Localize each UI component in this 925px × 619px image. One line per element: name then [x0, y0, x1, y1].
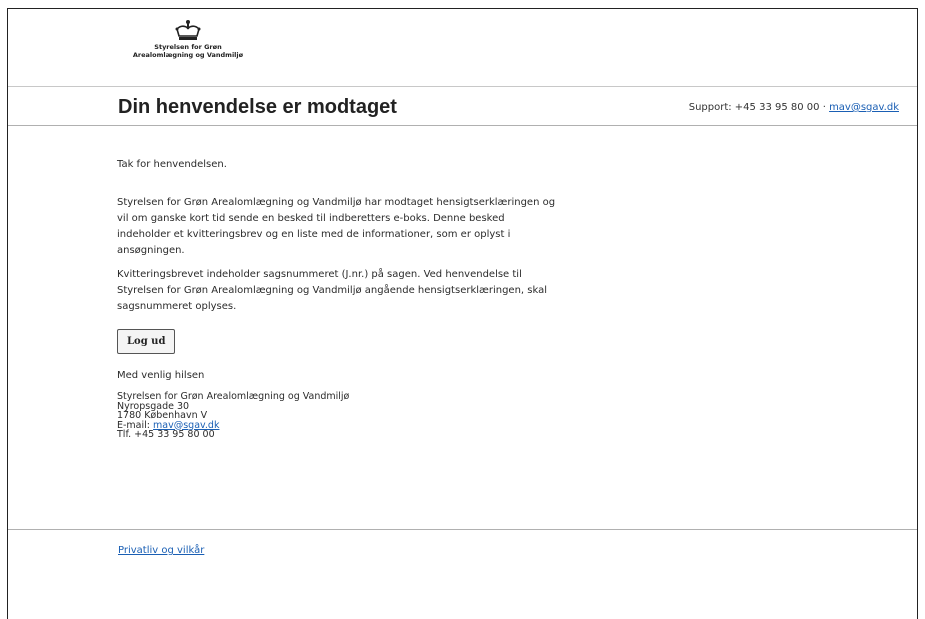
page-title: Din henvendelse er modtaget [118, 96, 397, 118]
page-frame: Styrelsen for Grøn Arealomlægning og Van… [7, 8, 918, 619]
logo-text-line2: Arealomlægning og Vandmiljø [132, 51, 244, 59]
agency-logo: Styrelsen for Grøn Arealomlægning og Van… [118, 19, 258, 79]
crown-icon [175, 20, 201, 40]
support-email-link[interactable]: mav@sgav.dk [829, 102, 899, 113]
privacy-terms-link[interactable]: Privatliv og vilkår [118, 545, 204, 556]
support-info: Support: +45 33 95 80 00 · mav@sgav.dk [689, 102, 899, 113]
header-top-divider [8, 86, 917, 87]
logo-text-line1: Styrelsen for Grøn [154, 43, 222, 51]
support-phone-text: Support: +45 33 95 80 00 · [688, 102, 830, 113]
contact-address: Styrelsen for Grøn Arealomlægning og Van… [117, 392, 557, 440]
sign-off-text: Med venlig hilsen [117, 370, 205, 381]
footer-divider [8, 529, 917, 530]
address-phone: Tlf. +45 33 95 80 00 [117, 429, 215, 440]
main-content: Tak for henvendelsen. Styrelsen for Grøn… [117, 157, 557, 440]
header-bottom-divider [8, 125, 917, 126]
confirmation-paragraph: Styrelsen for Grøn Arealomlægning og Van… [117, 197, 556, 256]
intro-text: Tak for henvendelsen. [117, 159, 227, 170]
case-number-paragraph: Kvitteringsbrevet indeholder sagsnummere… [117, 269, 547, 312]
logout-button[interactable]: Log ud [117, 329, 176, 354]
